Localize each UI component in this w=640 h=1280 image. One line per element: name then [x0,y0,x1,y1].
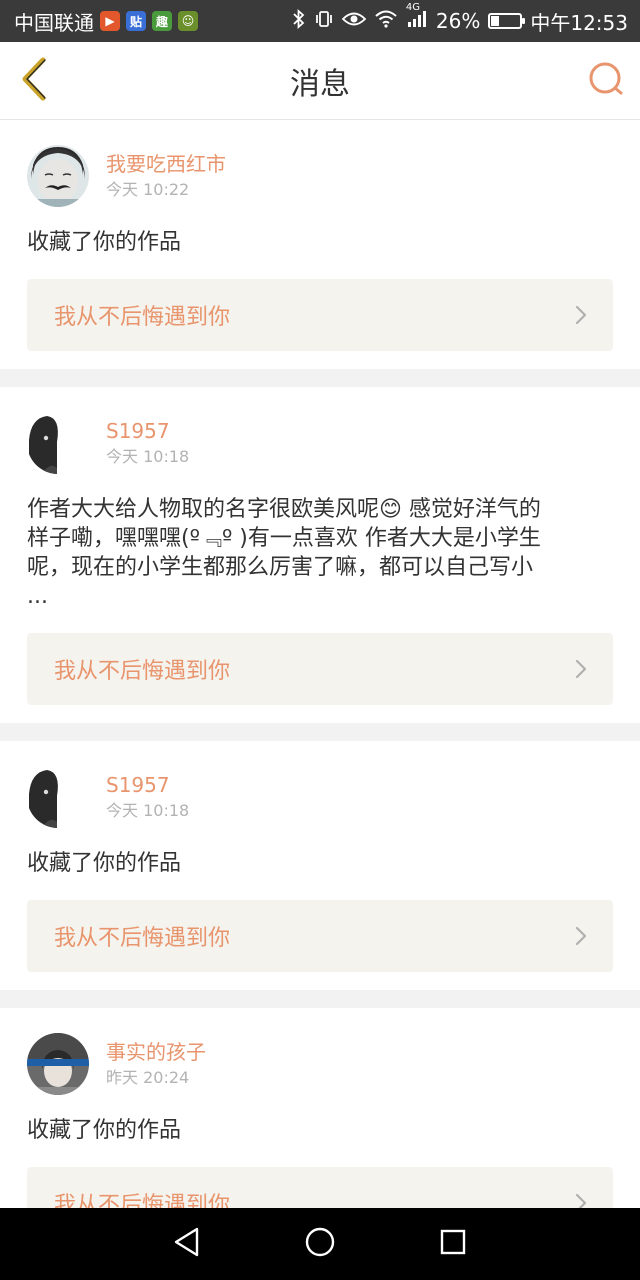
message-text: 收藏了你的作品 [27,1118,182,1143]
avatar[interactable] [27,1033,89,1095]
message-text: 收藏了你的作品 [27,851,182,876]
nav-back-button[interactable] [163,1220,211,1268]
username[interactable]: S1957 [106,418,189,444]
vibrate-icon [314,9,334,34]
message-card: S1957 今天 10:18 收藏了你的作品 我从不后悔遇到你 [0,741,640,990]
nav-recents-icon [439,1228,467,1260]
timestamp: 今天 10:22 [106,180,190,199]
work-title: 我从不后悔遇到你 [54,1193,231,1208]
work-title: 我从不后悔遇到你 [54,926,231,951]
username[interactable]: 我要吃西红市 [106,151,226,177]
bluetooth-icon [292,8,306,34]
nav-home-button[interactable] [296,1220,344,1268]
chevron-left-icon [19,57,49,105]
nav-home-icon [304,1226,336,1262]
top-bar: 消息 [0,42,640,120]
eye-icon [341,10,367,33]
username[interactable]: S1957 [106,772,189,798]
battery-percent: 26% [435,9,481,33]
tieba-app-icon: 贴 [126,11,146,31]
work-title: 我从不后悔遇到你 [54,305,231,330]
message-card: 我要吃西红市 今天 10:22 收藏了你的作品 我从不后悔遇到你 [0,120,640,369]
timestamp: 今天 10:18 [106,801,190,820]
chevron-right-icon [575,305,587,325]
nav-back-icon [172,1226,202,1262]
page-title: 消息 [290,66,350,102]
avatar[interactable] [27,412,89,474]
username[interactable]: 事实的孩子 [106,1039,206,1065]
nav-recents-button[interactable] [429,1220,477,1268]
search-button[interactable] [586,61,626,101]
timestamp: 昨天 20:24 [106,1068,190,1087]
message-text: 收藏了你的作品 [27,230,182,255]
chevron-right-icon [575,926,587,946]
status-bar: 中国联通 ▶ 贴 趣 ☺ 4G 26% 中午12:53 [0,0,640,42]
avatar[interactable] [27,145,89,207]
assistant-app-icon: ☺ [178,11,198,31]
battery-icon [488,13,526,29]
message-card: S1957 今天 10:18 作者大大给人物取的名字很欧美风呢😊 感觉好洋气的 … [0,387,640,723]
message-card: 事实的孩子 昨天 20:24 收藏了你的作品 我从不后悔遇到你 [0,1008,640,1208]
system-nav-bar [0,1208,640,1280]
reading-app-icon: 趣 [152,11,172,31]
work-link[interactable]: 我从不后悔遇到你 [27,279,613,351]
work-link[interactable]: 我从不后悔遇到你 [27,1167,613,1208]
avatar[interactable] [27,766,89,828]
timestamp: 今天 10:18 [106,447,190,466]
clock: 中午12:53 [530,10,628,35]
signal-icon: 4G [406,2,428,33]
message-list[interactable]: 我要吃西红市 今天 10:22 收藏了你的作品 我从不后悔遇到你 S1957 今… [0,120,640,1208]
wifi-icon [374,10,398,33]
message-text: 作者大大给人物取的名字很欧美风呢😊 感觉好洋气的 样子嘞，嘿嘿嘿(º﹃º )有一… [27,497,541,609]
chevron-right-icon [575,659,587,679]
work-title: 我从不后悔遇到你 [54,659,231,684]
search-icon [588,61,624,101]
play-app-icon: ▶ [100,11,120,31]
carrier-label: 中国联通 [14,10,94,35]
work-link[interactable]: 我从不后悔遇到你 [27,900,613,972]
work-link[interactable]: 我从不后悔遇到你 [27,633,613,705]
back-button[interactable] [14,56,54,106]
chevron-right-icon [575,1193,587,1208]
